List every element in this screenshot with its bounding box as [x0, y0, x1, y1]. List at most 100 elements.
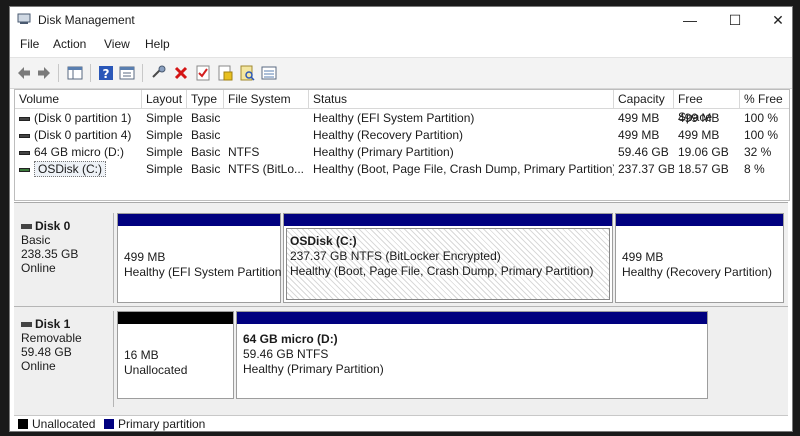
free-space-cell: 19.06 GB [678, 145, 729, 159]
properties-icon[interactable] [118, 64, 136, 82]
layout-cell: Simple [146, 162, 183, 176]
disk-name: Disk 1 [35, 317, 71, 331]
disk-name: Disk 0 [35, 219, 71, 233]
capacity-cell: 59.46 GB [618, 145, 669, 159]
show-hide-console-tree-icon[interactable] [66, 64, 84, 82]
maximize-button[interactable]: ☐ [715, 7, 755, 33]
close-button[interactable]: ✕ [758, 7, 792, 33]
disk-type: Basic [21, 233, 51, 247]
partition-osdisk-c[interactable]: OSDisk (C:) 237.37 GB NTFS (BitLocker En… [283, 213, 613, 303]
title-bar[interactable]: Disk Management — ☐ ✕ [10, 7, 792, 33]
percent-free-cell: 32 % [744, 145, 772, 159]
volume-icon [19, 167, 30, 172]
back-icon[interactable] [15, 64, 33, 82]
status-cell: Healthy (Boot, Page File, Crash Dump, Pr… [313, 162, 614, 176]
unallocated-bar [118, 312, 233, 324]
minimize-button[interactable]: — [670, 7, 710, 33]
column-header-volume[interactable]: Volume [15, 90, 142, 108]
primary-partition-bar [284, 214, 612, 226]
disk-1-label[interactable]: Disk 1 Removable 59.48 GB Online [14, 311, 114, 407]
type-cell: Basic [191, 162, 221, 176]
legend-label-primary: Primary partition [118, 417, 206, 431]
partition-status: Healthy (Primary Partition) [243, 362, 384, 376]
toolbar-separator [90, 64, 91, 82]
column-header-file-system[interactable]: File System [224, 90, 309, 108]
column-header-free-space[interactable]: Free Space [674, 90, 740, 124]
partition-recovery[interactable]: 499 MB Healthy (Recovery Partition) [615, 213, 784, 303]
layout-cell: Simple [146, 128, 183, 142]
volume-name-cell: 64 GB micro (D:) [15, 144, 142, 161]
type-cell: Basic [191, 128, 221, 142]
free-space-cell: 499 MB [678, 111, 720, 125]
volume-name: (Disk 0 partition 4) [34, 128, 132, 142]
partition-size: 237.37 GB NTFS (BitLocker Encrypted) [290, 249, 501, 263]
disk-separator [14, 306, 788, 307]
new-volume-icon[interactable] [216, 64, 234, 82]
disk-state: Online [21, 261, 56, 275]
volume-row[interactable]: (Disk 0 partition 1) Simple Basic Health… [15, 110, 789, 127]
disk-state: Online [21, 359, 56, 373]
window-title: Disk Management [38, 13, 135, 27]
percent-free-cell: 100 % [744, 111, 779, 125]
capacity-cell: 499 MB [618, 128, 660, 142]
file-system-cell [224, 127, 309, 144]
volume-row-selected[interactable]: OSDisk (C:) Simple Basic NTFS (BitLo... … [15, 161, 789, 178]
volume-row[interactable]: (Disk 0 partition 4) Simple Basic Health… [15, 127, 789, 144]
primary-partition-bar [237, 312, 707, 324]
volume-row[interactable]: 64 GB micro (D:) Simple Basic NTFS Healt… [15, 144, 789, 161]
layout-cell: Simple [146, 111, 183, 125]
menu-view[interactable]: View [104, 37, 130, 51]
forward-icon[interactable] [35, 64, 53, 82]
partition-size: 499 MB [124, 250, 166, 264]
delete-icon[interactable] [172, 64, 190, 82]
details-view-icon[interactable] [260, 64, 278, 82]
column-header-capacity[interactable]: Capacity [614, 90, 674, 108]
disk-management-app-icon [17, 13, 31, 24]
partition-micro-d[interactable]: 64 GB micro (D:) 59.46 GB NTFS Healthy (… [236, 311, 708, 399]
partition-unallocated[interactable]: 16 MB Unallocated [117, 311, 234, 399]
disk-size: 238.35 GB [21, 247, 79, 261]
file-system-cell [224, 110, 309, 127]
volume-icon [19, 133, 30, 138]
toolbar-separator [58, 64, 59, 82]
graphical-disk-view: Disk 0 Basic 238.35 GB Online 499 MB Hea… [14, 202, 788, 415]
volume-name-cell: (Disk 0 partition 1) [15, 110, 142, 127]
volume-name: 64 GB micro (D:) [34, 145, 125, 159]
free-space-cell: 499 MB [678, 128, 720, 142]
column-header-percent-free[interactable]: % Free [740, 90, 789, 108]
legend-swatch-unallocated [18, 419, 28, 429]
partition-efi[interactable]: 499 MB Healthy (EFI System Partition [117, 213, 281, 303]
volume-name-cell: OSDisk (C:) [15, 161, 142, 178]
volume-list-header: Volume Layout Type File System Status Ca… [15, 90, 789, 124]
volume-name: (Disk 0 partition 1) [34, 111, 132, 125]
volume-icon [19, 150, 30, 155]
disk-0-row: Disk 0 Basic 238.35 GB Online 499 MB Hea… [14, 213, 788, 303]
disk-type: Removable [21, 331, 82, 345]
menu-file[interactable]: File [20, 37, 39, 51]
menu-help[interactable]: Help [145, 37, 170, 51]
menu-action[interactable]: Action [53, 37, 86, 51]
volume-list: Volume Layout Type File System Status Ca… [14, 89, 790, 201]
free-space-cell: 18.57 GB [678, 162, 729, 176]
disk-icon [21, 224, 32, 230]
check-icon[interactable] [194, 64, 212, 82]
volume-icon [19, 116, 30, 121]
disk-management-window: Disk Management — ☐ ✕ File Action View H… [9, 6, 793, 432]
column-header-status[interactable]: Status [309, 90, 614, 108]
menu-bar: File Action View Help [10, 33, 792, 55]
file-system-cell: NTFS (BitLo... [228, 162, 305, 176]
legend: Unallocated Primary partition [14, 415, 788, 431]
disk-icon [21, 322, 32, 328]
capacity-cell: 237.37 GB [618, 162, 674, 176]
partition-status: Healthy (EFI System Partition [124, 265, 282, 279]
column-header-layout[interactable]: Layout [142, 90, 187, 108]
column-header-type[interactable]: Type [187, 90, 224, 108]
partition-status: Healthy (Recovery Partition) [622, 265, 773, 279]
help-icon[interactable]: ? [97, 64, 115, 82]
layout-cell: Simple [146, 145, 183, 159]
search-icon[interactable] [238, 64, 256, 82]
file-system-cell: NTFS [228, 145, 260, 159]
disk-0-label[interactable]: Disk 0 Basic 238.35 GB Online [14, 213, 114, 303]
connect-disk-icon[interactable] [150, 64, 168, 82]
partition-name: 64 GB micro (D:) [243, 332, 338, 346]
